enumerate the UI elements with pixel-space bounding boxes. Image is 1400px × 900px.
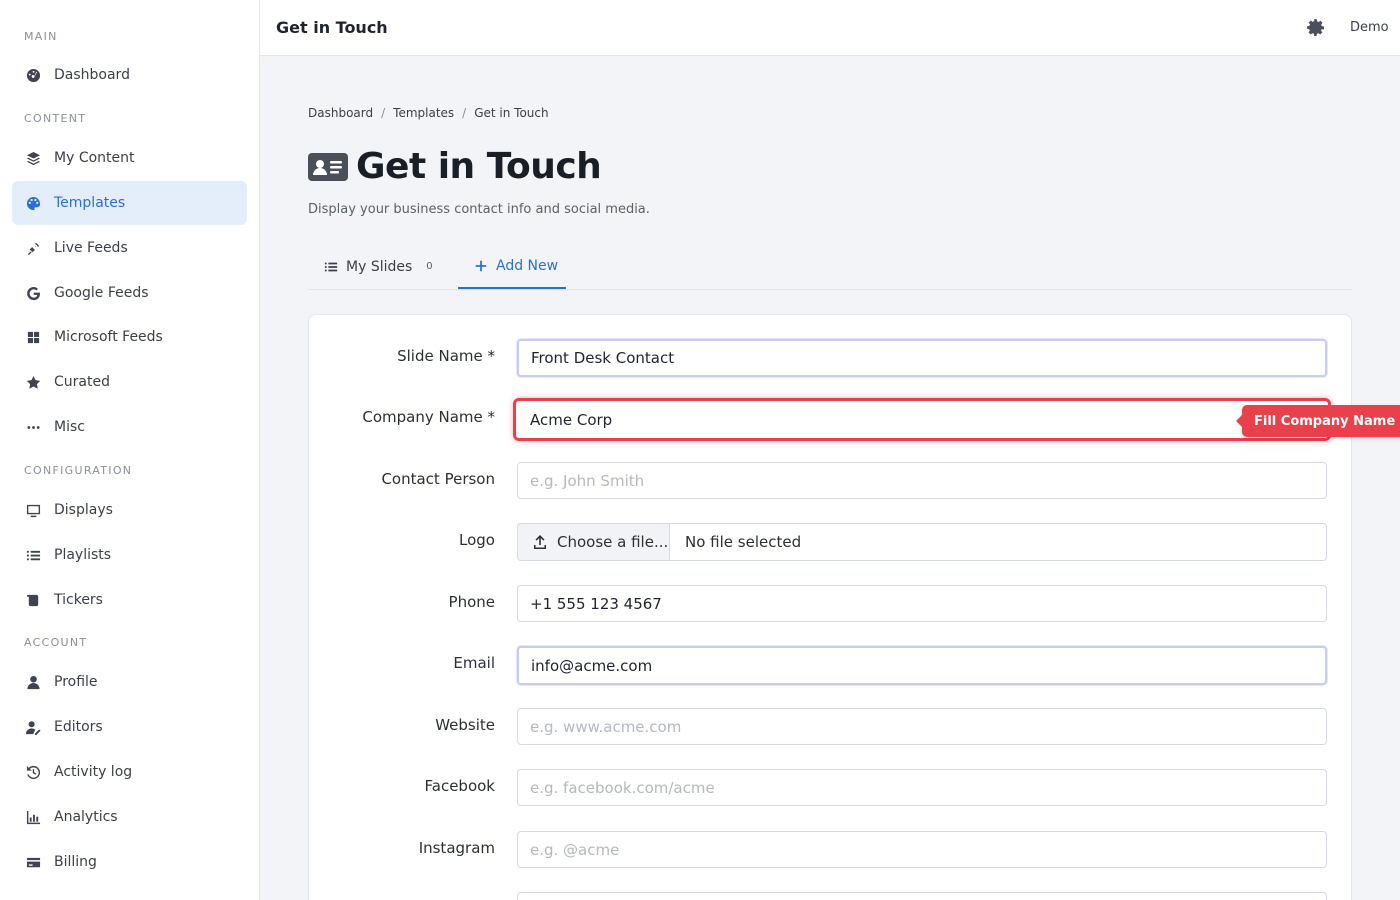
- sidebar-item-activity-log[interactable]: Activity log: [12, 750, 247, 794]
- sidebar-item-label: Live Feeds: [54, 240, 128, 256]
- section-title-main: MAIN: [24, 30, 58, 43]
- website-input[interactable]: [517, 708, 1327, 745]
- section-title-account: ACCOUNT: [24, 636, 88, 649]
- sidebar-item-label: Tickers: [54, 592, 103, 608]
- dashboard-icon: [25, 67, 41, 83]
- sidebar: MAIN Dashboard CONTENT My Content Templa…: [0, 0, 260, 900]
- breadcrumb-separator: /: [462, 106, 467, 120]
- sidebar-item-live-feeds[interactable]: Live Feeds: [12, 226, 247, 270]
- sidebar-item-curated[interactable]: Curated: [12, 360, 247, 404]
- app-title: Get in Touch: [276, 18, 388, 37]
- user-menu[interactable]: Demo: [1350, 20, 1389, 35]
- instagram-input[interactable]: [517, 831, 1327, 868]
- facebook-input[interactable]: [517, 769, 1327, 806]
- sidebar-item-misc[interactable]: Misc: [12, 405, 247, 449]
- scroll-icon: [25, 592, 41, 608]
- contact-person-label: Contact Person: [381, 470, 495, 488]
- sidebar-item-label: Displays: [54, 502, 113, 518]
- list-icon: [324, 260, 338, 274]
- user-edit-icon: [25, 719, 41, 735]
- gear-icon[interactable]: [1306, 18, 1326, 38]
- slide-name-input[interactable]: [517, 339, 1327, 377]
- palette-icon: [25, 195, 41, 211]
- slide-name-label: Slide Name *: [397, 347, 495, 365]
- company-name-input[interactable]: [513, 398, 1331, 441]
- topbar: Get in Touch Demo: [260, 0, 1400, 56]
- ellipsis-icon: [25, 419, 41, 435]
- sidebar-item-tickers[interactable]: Tickers: [12, 578, 247, 622]
- windows-icon: [25, 329, 41, 345]
- upload-icon: [534, 535, 546, 549]
- sidebar-item-displays[interactable]: Displays: [12, 488, 247, 532]
- sidebar-item-billing[interactable]: Billing: [12, 840, 247, 884]
- breadcrumb-dashboard[interactable]: Dashboard: [308, 106, 373, 120]
- sidebar-item-label: Editors: [54, 719, 103, 735]
- sidebar-item-dashboard[interactable]: Dashboard: [12, 53, 247, 97]
- sidebar-item-label: Activity log: [54, 764, 133, 780]
- sidebar-item-label: Templates: [54, 195, 126, 211]
- sidebar-item-label: Profile: [54, 674, 98, 690]
- logo-label: Logo: [459, 531, 495, 549]
- page-subtitle: Display your business contact info and s…: [308, 202, 650, 217]
- chart-icon: [25, 809, 41, 825]
- user-icon: [25, 674, 41, 690]
- sidebar-item-google-feeds[interactable]: Google Feeds: [12, 271, 247, 315]
- sidebar-item-label: Billing: [54, 854, 97, 870]
- sidebar-item-templates[interactable]: Templates: [12, 181, 247, 225]
- phone-label: Phone: [448, 593, 495, 611]
- star-icon: [25, 374, 41, 390]
- facebook-label: Facebook: [424, 777, 495, 795]
- slides-count-badge: 0: [426, 261, 433, 272]
- company-name-label: Company Name *: [362, 408, 495, 426]
- breadcrumb-templates[interactable]: Templates: [393, 106, 454, 120]
- google-icon: [25, 285, 41, 301]
- email-input[interactable]: [517, 646, 1327, 685]
- history-icon: [25, 764, 41, 780]
- breadcrumb-separator: /: [381, 106, 386, 120]
- page-title: Get in Touch: [356, 146, 602, 187]
- section-title-content: CONTENT: [24, 112, 87, 125]
- email-label: Email: [453, 654, 495, 672]
- list-icon: [25, 547, 41, 563]
- layers-icon: [25, 150, 41, 166]
- sidebar-item-microsoft-feeds[interactable]: Microsoft Feeds: [12, 315, 247, 359]
- sidebar-item-analytics[interactable]: Analytics: [12, 795, 247, 839]
- sidebar-item-label: Analytics: [54, 809, 118, 825]
- breadcrumb: Dashboard / Templates / Get in Touch: [308, 106, 549, 120]
- sidebar-item-profile[interactable]: Profile: [12, 660, 247, 704]
- monitor-icon: [25, 502, 41, 518]
- fill-company-tooltip: Fill Company Name: [1235, 405, 1400, 437]
- sidebar-item-playlists[interactable]: Playlists: [12, 533, 247, 577]
- credit-card-icon: [25, 854, 41, 870]
- tab-my-slides[interactable]: My Slides 0: [308, 244, 449, 289]
- logo-file-input[interactable]: Choose a file... No file selected: [517, 523, 1327, 561]
- plus-icon: [474, 259, 488, 273]
- sidebar-item-label: Dashboard: [54, 67, 130, 83]
- sidebar-item-label: Microsoft Feeds: [54, 329, 163, 345]
- breadcrumb-current: Get in Touch: [474, 106, 549, 120]
- satellite-icon: [25, 240, 41, 256]
- sidebar-item-label: Curated: [54, 374, 110, 390]
- tab-label: Add New: [496, 257, 559, 274]
- tab-add-new[interactable]: Add New: [458, 244, 566, 289]
- website-label: Website: [435, 716, 495, 734]
- sidebar-item-label: Google Feeds: [54, 285, 149, 301]
- choose-file-label: Choose a file...: [557, 533, 669, 551]
- sidebar-item-my-content[interactable]: My Content: [12, 136, 247, 180]
- sidebar-item-editors[interactable]: Editors: [12, 705, 247, 749]
- contact-person-input[interactable]: [517, 462, 1327, 499]
- tab-label: My Slides: [346, 258, 413, 275]
- contact-card-icon: [308, 151, 348, 183]
- choose-file-button[interactable]: Choose a file...: [518, 524, 670, 560]
- sidebar-item-label: My Content: [54, 150, 135, 166]
- sidebar-item-label: Playlists: [54, 547, 112, 563]
- instagram-label: Instagram: [418, 839, 495, 857]
- next-field-input[interactable]: [517, 892, 1327, 900]
- file-name-display: No file selected: [685, 533, 802, 551]
- page-header: Get in Touch: [308, 146, 602, 187]
- phone-input[interactable]: [517, 585, 1327, 622]
- tabs: My Slides 0 Add New: [308, 244, 1352, 290]
- sidebar-item-label: Misc: [54, 419, 85, 435]
- section-title-configuration: CONFIGURATION: [24, 464, 133, 477]
